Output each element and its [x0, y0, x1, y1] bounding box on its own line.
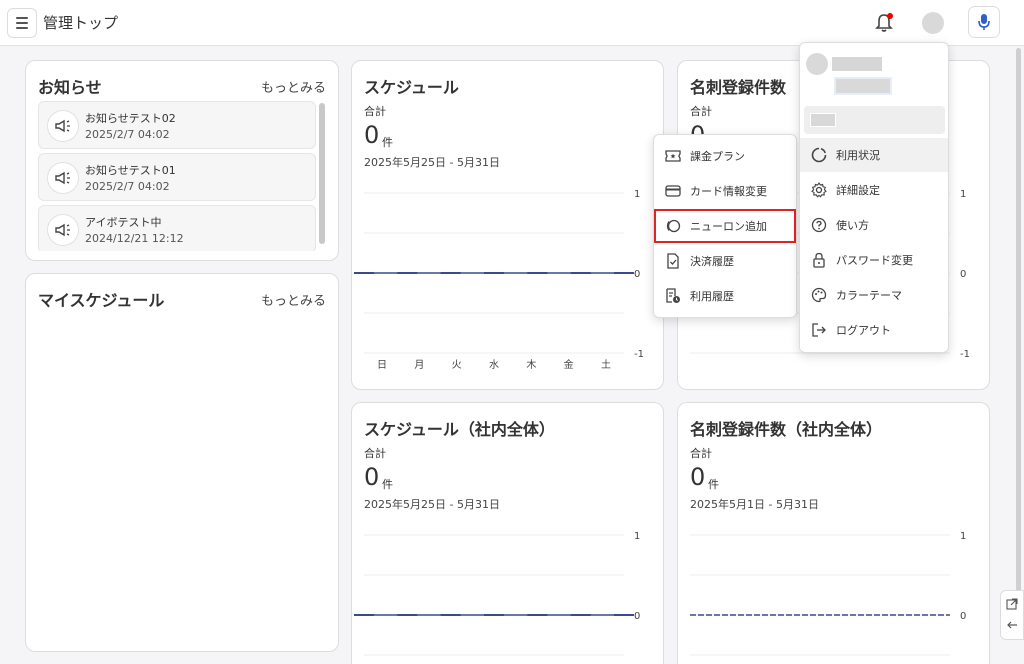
notices-card: お知らせ もっとみる お知らせテスト02 2025/2/7 04:02 お知らせ… [25, 60, 339, 261]
menu-item-help[interactable]: 使い方 [800, 208, 948, 242]
user-menu: 利用状況 詳細設定 使い方 パスワード変更 カラーテーマ ログアウト [799, 42, 949, 353]
notice-date: 2025/2/7 04:02 [85, 180, 170, 193]
user-org-redacted [834, 77, 892, 95]
y-tick-label: 1 [960, 531, 966, 542]
notice-title: お知らせテスト02 [85, 112, 176, 125]
page-title: 管理トップ [43, 14, 119, 32]
scrollbar[interactable] [319, 103, 325, 244]
y-tick-label: 0 [960, 269, 966, 280]
notification-dot [887, 13, 893, 19]
menu-item-password[interactable]: パスワード変更 [800, 243, 948, 277]
megaphone-icon [47, 162, 79, 194]
list-item[interactable]: お知らせテスト02 2025/2/7 04:02 [38, 101, 316, 149]
menu-item-label: ニューロン追加 [690, 220, 767, 233]
logout-icon [808, 319, 830, 341]
menu-item-logout[interactable]: ログアウト [800, 313, 948, 347]
menu-item-label: 決済履歴 [690, 255, 734, 268]
palette-icon [808, 284, 830, 306]
y-tick-label: -1 [634, 349, 644, 360]
megaphone-icon [47, 110, 79, 142]
usage-ring-icon [808, 144, 830, 166]
y-tick-label: 0 [634, 269, 640, 280]
card-title: マイスケジュール [38, 291, 165, 310]
x-tick-label: 火 [452, 359, 462, 371]
x-tick-label: 日 [377, 360, 387, 371]
x-tick-label: 土 [601, 358, 611, 371]
top-bar: 管理トップ [0, 0, 1024, 46]
ticket-icon [662, 145, 684, 167]
y-tick-label: 0 [634, 611, 640, 622]
gear-icon [808, 179, 830, 201]
menu-item-add-neuron[interactable]: ニューロン追加 [654, 209, 796, 243]
credit-card-icon [662, 180, 684, 202]
arrow-left-icon[interactable] [1006, 619, 1018, 631]
bell-icon[interactable] [874, 12, 894, 34]
page-scrollbar[interactable] [1016, 48, 1021, 608]
y-tick-label: 1 [634, 531, 640, 542]
schedule-chart: 1 0 -1 日 月 火 水 木 金 土 [354, 189, 644, 371]
neuron-icon [662, 215, 684, 237]
notice-list[interactable]: お知らせテスト02 2025/2/7 04:02 お知らせテスト01 2025/… [38, 101, 318, 251]
menu-item-label: カード情報変更 [690, 185, 767, 198]
card-count-all-card: 名刺登録件数（社内全体） 合計 0 件 2025年5月1日 - 5月31日 10 [677, 402, 990, 664]
billing-menu: 課金プラン カード情報変更 ニューロン追加 決済履歴 利用履歴 [653, 134, 797, 318]
menu-item-label: カラーテーマ [836, 289, 902, 302]
x-tick-label: 木 [526, 359, 536, 371]
menu-item-payment-history[interactable]: 決済履歴 [654, 244, 796, 278]
side-toolbar [1000, 590, 1024, 640]
schedule-all-card: スケジュール（社内全体） 合計 0 件 2025年5月25日 - 5月31日 1… [351, 402, 664, 664]
menu-item-card-change[interactable]: カード情報変更 [654, 174, 796, 208]
my-schedule-card: マイスケジュール もっとみる [25, 273, 339, 652]
x-tick-label: 水 [489, 359, 499, 371]
notice-title: アイボテスト中 [85, 216, 162, 229]
lock-icon [808, 249, 830, 271]
user-id-field [804, 106, 945, 134]
microphone-button[interactable] [968, 6, 1000, 38]
menu-item-usage-history[interactable]: 利用履歴 [654, 279, 796, 313]
y-tick-label: 0 [960, 611, 966, 622]
menu-item-label: ログアウト [836, 324, 891, 337]
menu-item-settings[interactable]: 詳細設定 [800, 173, 948, 207]
menu-item-usage[interactable]: 利用状況 [800, 138, 948, 172]
megaphone-icon [47, 214, 79, 246]
x-tick-label: 月 [414, 359, 424, 371]
x-tick-label: 金 [564, 358, 574, 371]
external-link-icon[interactable] [1006, 598, 1018, 610]
more-link[interactable]: もっとみる [261, 77, 326, 96]
menu-item-label: パスワード変更 [836, 254, 913, 267]
microphone-icon [978, 14, 990, 30]
hamburger-icon[interactable] [7, 8, 37, 38]
list-item[interactable]: アイボテスト中 2024/12/21 12:12 [38, 205, 316, 251]
card-count-all-chart: 10 [690, 531, 966, 656]
receipt-check-icon [662, 250, 684, 272]
menu-item-billing-plan[interactable]: 課金プラン [654, 139, 796, 173]
user-avatar [806, 53, 828, 75]
menu-item-label: 課金プラン [690, 150, 745, 163]
y-tick-label: 1 [634, 189, 640, 200]
user-name-redacted [832, 57, 882, 71]
schedule-all-chart: 10 [354, 531, 640, 656]
more-link[interactable]: もっとみる [261, 290, 326, 309]
notice-date: 2025/2/7 04:02 [85, 128, 170, 141]
notice-title: お知らせテスト01 [85, 164, 176, 177]
schedule-card: スケジュール 合計 0 件 2025年5月25日 - 5月31日 1 0 -1 日月火… [351, 60, 664, 390]
help-icon [808, 214, 830, 236]
history-doc-icon [662, 285, 684, 307]
user-id-redacted [810, 113, 836, 127]
menu-item-label: 利用状況 [836, 149, 880, 162]
menu-item-label: 詳細設定 [836, 184, 880, 197]
menu-item-label: 使い方 [836, 219, 869, 232]
menu-item-label: 利用履歴 [690, 290, 734, 303]
notice-date: 2024/12/21 12:12 [85, 232, 184, 245]
y-tick-label: -1 [960, 349, 970, 360]
list-item[interactable]: お知らせテスト01 2025/2/7 04:02 [38, 153, 316, 201]
avatar[interactable] [922, 12, 944, 34]
menu-item-color-theme[interactable]: カラーテーマ [800, 278, 948, 312]
y-tick-label: 1 [960, 189, 966, 200]
card-title: お知らせ [38, 78, 102, 97]
